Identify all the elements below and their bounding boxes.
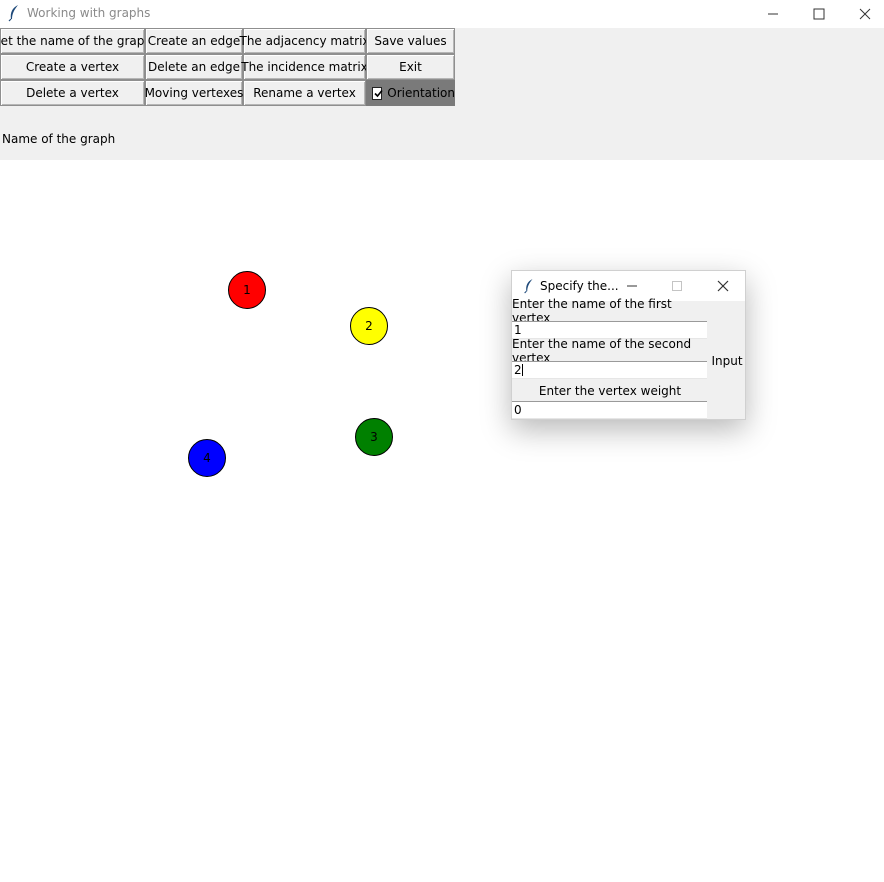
window-title: Working with graphs: [27, 6, 151, 20]
toolbar: Set the name of the graph Create an edge…: [0, 28, 884, 160]
graph-canvas[interactable]: 1 2 3 4: [0, 160, 884, 882]
moving-vertexes-button[interactable]: Moving vertexes: [145, 80, 243, 106]
create-edge-button[interactable]: Create an edge: [145, 28, 243, 54]
minimize-icon: [627, 285, 637, 287]
exit-button[interactable]: Exit: [366, 54, 455, 80]
save-values-button[interactable]: Save values: [366, 28, 455, 54]
feather-icon: [524, 279, 533, 294]
rename-vertex-button[interactable]: Rename a vertex: [243, 80, 366, 106]
window-titlebar: Working with graphs: [0, 0, 884, 28]
dialog-maximize-button: [665, 277, 689, 295]
vertex-3[interactable]: 3: [355, 418, 393, 456]
minimize-button[interactable]: [750, 0, 796, 28]
incidence-matrix-button[interactable]: The incidence matrix: [241, 54, 368, 80]
vertex-label: 2: [365, 319, 373, 333]
vertex-weight-input[interactable]: 0: [512, 401, 707, 419]
close-button[interactable]: [842, 0, 884, 28]
second-vertex-input[interactable]: 2: [512, 361, 707, 379]
vertex-weight-label: Enter the vertex weight: [512, 382, 708, 400]
vertex-2[interactable]: 2: [350, 307, 388, 345]
second-vertex-value: 2: [514, 363, 522, 377]
set-graph-name-button[interactable]: Set the name of the graph: [0, 28, 152, 54]
dialog-close-button[interactable]: [711, 277, 735, 295]
text-cursor: [521, 364, 523, 376]
maximize-button[interactable]: [796, 0, 842, 28]
second-vertex-label: Enter the name of the second vertex: [512, 337, 708, 365]
vertex-1[interactable]: 1: [228, 271, 266, 309]
delete-vertex-button[interactable]: Delete a vertex: [0, 80, 145, 106]
orientation-label: Orientation: [387, 86, 455, 100]
close-icon: [717, 280, 729, 292]
vertex-label: 1: [243, 283, 251, 297]
vertex-4[interactable]: 4: [188, 439, 226, 477]
first-vertex-label: Enter the name of the first vertex: [512, 297, 708, 325]
input-button[interactable]: Input: [709, 302, 745, 419]
dialog-minimize-button[interactable]: [620, 277, 644, 295]
maximize-icon: [672, 281, 682, 291]
orientation-checkbox[interactable]: Orientation: [366, 80, 455, 106]
checkbox-icon: [372, 86, 383, 100]
maximize-icon: [813, 8, 825, 20]
feather-icon: [8, 5, 18, 22]
close-icon: [859, 8, 871, 20]
delete-edge-button[interactable]: Delete an edge: [145, 54, 243, 80]
adjacency-matrix-button[interactable]: The adjacency matrix: [240, 28, 370, 54]
graph-name-label: Name of the graph: [2, 132, 116, 146]
specify-edge-dialog: Specify the... Enter the name of the fir…: [511, 270, 746, 420]
create-vertex-button[interactable]: Create a vertex: [0, 54, 145, 80]
vertex-label: 3: [370, 430, 378, 444]
vertex-label: 4: [203, 451, 211, 465]
dialog-title: Specify the...: [540, 279, 619, 293]
minimize-icon: [768, 13, 778, 15]
checkmark-icon: [374, 89, 383, 97]
